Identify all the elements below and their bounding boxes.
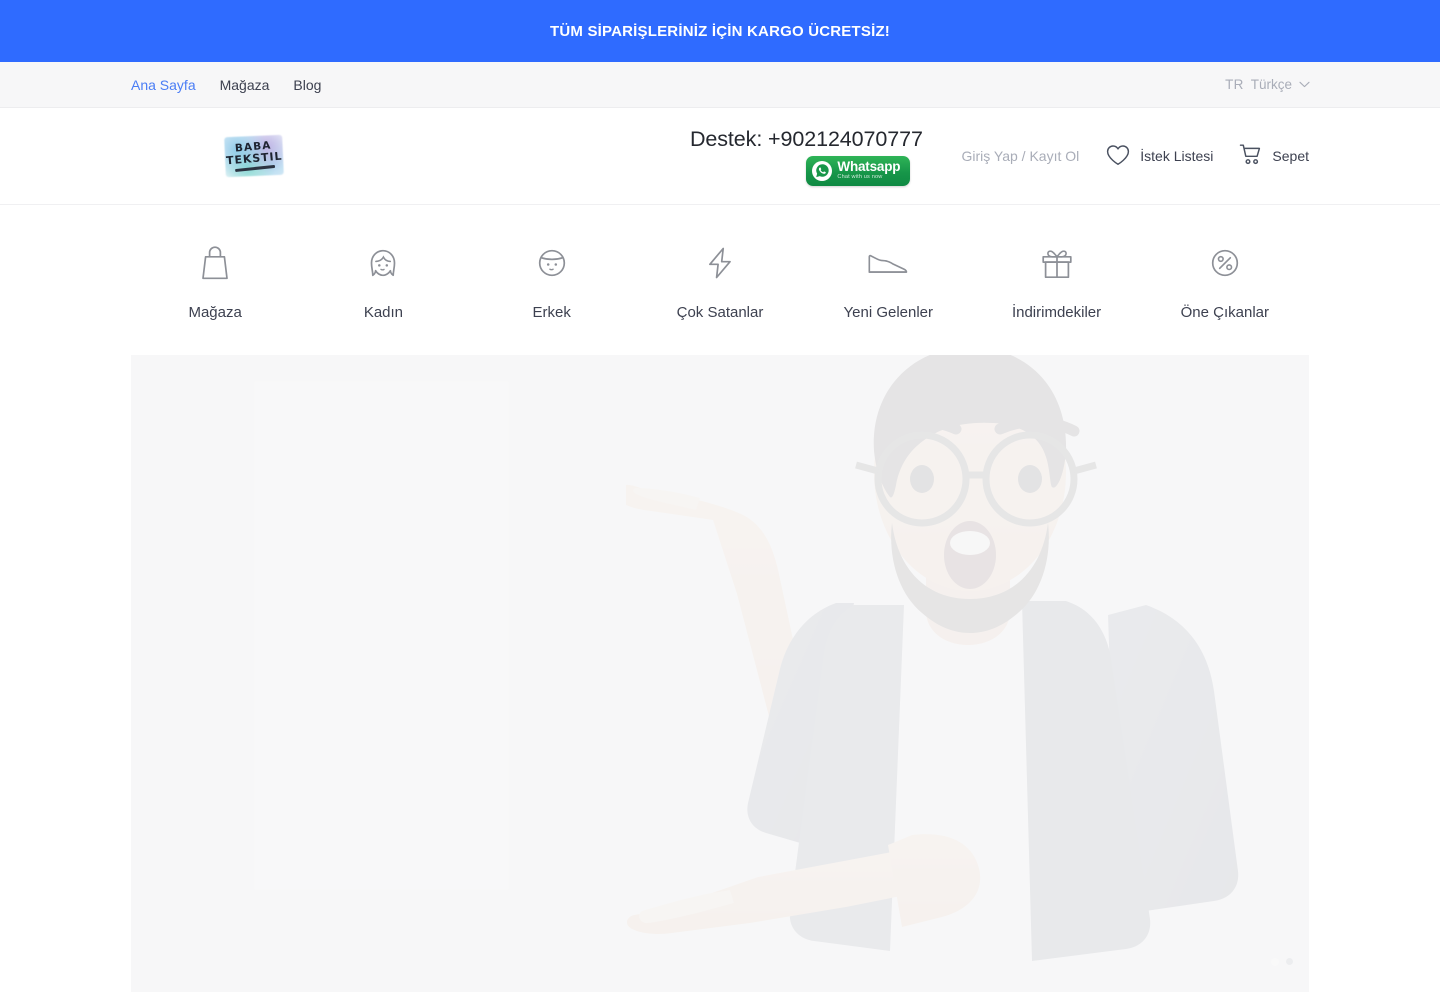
category-item-kadin[interactable]: Kadın <box>299 240 467 321</box>
subnav-link-blog[interactable]: Blog <box>293 77 321 93</box>
shopping-bag-icon <box>192 240 238 286</box>
category-label: İndirimdekiler <box>1011 303 1102 321</box>
category-item-indirimdekiler[interactable]: İndirimdekiler <box>972 240 1140 321</box>
hero-slider-dots[interactable] <box>1271 958 1293 966</box>
heart-icon <box>1105 143 1131 170</box>
category-label: Mağaza <box>188 303 242 321</box>
category-item-erkek[interactable]: Erkek <box>468 240 636 321</box>
whatsapp-icon <box>812 160 833 181</box>
category-label: Yeni Gelenler <box>843 303 934 321</box>
whatsapp-button[interactable]: Whatsapp Chat with us now <box>806 155 911 186</box>
login-register-link[interactable]: Giriş Yap / Kayıt Ol <box>962 148 1080 164</box>
category-item-magaza[interactable]: Mağaza <box>131 240 299 321</box>
subnav-link-ana-sayfa[interactable]: Ana Sayfa <box>131 77 196 93</box>
support-block: Destek: +902124070777 Whatsapp Chat with… <box>690 127 923 186</box>
language-selector[interactable]: TR Türkçe <box>1225 77 1310 92</box>
promo-banner: TÜM SİPARİŞLERİNİZ İÇİN KARGO ÜCRETSİZ! <box>0 0 1440 62</box>
cart-label: Sepet <box>1272 148 1309 164</box>
lightning-bolt-icon <box>697 240 743 286</box>
wishlist-link[interactable]: İstek Listesi <box>1105 143 1213 170</box>
category-label: Kadın <box>363 303 404 321</box>
hero-section <box>0 355 1440 992</box>
subnav-link-magaza[interactable]: Mağaza <box>220 77 270 93</box>
language-name: Türkçe <box>1250 77 1292 92</box>
percent-circle-icon <box>1202 240 1248 286</box>
hero-slider[interactable] <box>131 355 1309 992</box>
gift-icon <box>1034 240 1080 286</box>
cart-link[interactable]: Sepet <box>1239 143 1309 170</box>
category-label: Çok Satanlar <box>676 303 764 321</box>
subnav-links: Ana Sayfa Mağaza Blog <box>131 77 321 93</box>
site-logo[interactable]: BABA TEKSTIL <box>223 132 285 180</box>
support-phone-text: Destek: +902124070777 <box>690 126 923 151</box>
language-code: TR <box>1225 77 1244 92</box>
category-item-one-cikanlar[interactable]: Öne Çıkanlar <box>1141 240 1309 321</box>
whatsapp-subtitle: Chat with us now <box>837 174 883 181</box>
hero-model-photo <box>626 355 1239 992</box>
chevron-down-icon <box>1299 81 1310 88</box>
logo-wordmark: BABA TEKSTIL <box>221 129 287 182</box>
hero-dot-2[interactable] <box>1286 958 1293 965</box>
whatsapp-labels: Whatsapp Chat with us now <box>837 160 900 181</box>
category-item-yeni-gelenler[interactable]: Yeni Gelenler <box>804 240 972 321</box>
logo-underline <box>235 165 276 173</box>
category-navigation: Mağaza Kadın Erkek Çok Satanlar Yeni Gel… <box>0 205 1440 355</box>
man-face-icon <box>529 240 575 286</box>
main-header: BABA TEKSTIL Destek: +902124070777 Whats… <box>0 108 1440 205</box>
account-area: Giriş Yap / Kayıt Ol İstek Listesi Sepet <box>962 143 1309 170</box>
whatsapp-title: Whatsapp <box>837 158 901 174</box>
category-label: Erkek <box>532 303 571 321</box>
category-label: Öne Çıkanlar <box>1180 303 1270 321</box>
promo-banner-text: TÜM SİPARİŞLERİNİZ İÇİN KARGO ÜCRETSİZ! <box>549 22 891 40</box>
wishlist-label: İstek Listesi <box>1140 148 1214 164</box>
woman-face-icon <box>360 240 406 286</box>
shopping-cart-icon <box>1239 143 1263 170</box>
hero-dot-1[interactable] <box>1271 958 1279 966</box>
category-item-cok-satanlar[interactable]: Çok Satanlar <box>636 240 804 321</box>
secondary-navbar: Ana Sayfa Mağaza Blog TR Türkçe <box>0 62 1440 108</box>
shoe-icon <box>865 240 911 286</box>
